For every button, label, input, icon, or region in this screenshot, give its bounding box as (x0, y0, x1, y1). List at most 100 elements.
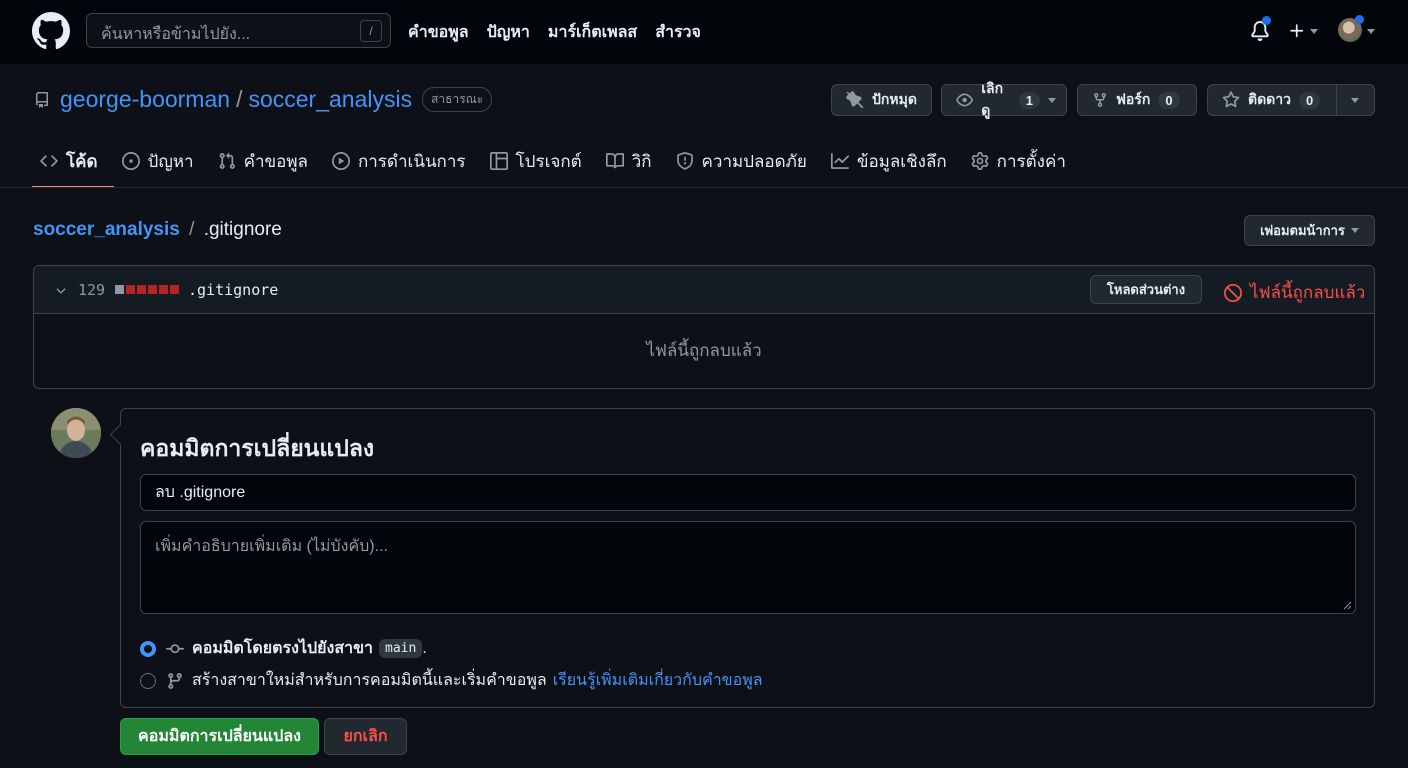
star-count: 0 (1299, 91, 1321, 109)
pin-label: ปักหมุด (872, 91, 917, 107)
deleted-file-box: 129 .gitignore โหลดส่วนต่าง ไฟล์นี้ถูกลบ… (33, 265, 1375, 389)
repo-name-link[interactable]: soccer_analysis (248, 86, 412, 113)
shield-icon (676, 152, 693, 170)
repo-owner-link[interactable]: george-boorman (60, 86, 230, 113)
file-deleted-badge: ไฟล์นี้ถูกลบแล้ว (1224, 279, 1365, 306)
chevron-down-icon[interactable] (1367, 29, 1375, 34)
commit-changes-button[interactable]: คอมมิตการเปลี่ยนแปลง (120, 718, 319, 755)
top-header: ค้นหาหรือข้ามไปยัง... / คำขอพูล ปัญหา มา… (0, 0, 1408, 64)
chevron-down-icon[interactable] (1048, 97, 1056, 103)
chevron-down-icon[interactable] (1351, 98, 1359, 103)
deleted-badge-label: ไฟล์นี้ถูกลบแล้ว (1250, 283, 1366, 302)
tab-label: คำขอพูล (243, 151, 308, 171)
tab-wiki[interactable]: วิกิ (598, 140, 668, 182)
cancel-button[interactable]: ยกเลิก (324, 718, 407, 755)
github-logo-icon[interactable] (32, 12, 70, 50)
star-button[interactable]: ติดดาว 0 (1207, 84, 1375, 116)
commit-description-textarea[interactable]: เพิ่มคำอธิบายเพิ่มเติม (ไม่บังคับ)... (140, 521, 1356, 614)
tab-label: ความปลอดภัย (701, 151, 807, 171)
tab-label: การดำเนินการ (357, 151, 466, 171)
notification-indicator (1262, 16, 1271, 25)
nav-issues[interactable]: ปัญหา (487, 20, 530, 45)
chevron-down-icon (1350, 228, 1359, 233)
visibility-badge: สาธารณะ (422, 87, 493, 112)
commit-new-branch-radio[interactable] (140, 672, 156, 689)
commit-direct-label: คอมมิตโดยตรงไปยังสาขา (192, 640, 374, 657)
file-header: 129 .gitignore โหลดส่วนต่าง ไฟล์นี้ถูกลบ… (34, 266, 1374, 314)
tab-issues[interactable]: ปัญหา (114, 140, 210, 182)
graph-icon (830, 153, 849, 169)
load-diff-button[interactable]: โหลดส่วนต่าง (1090, 275, 1202, 304)
book-icon (605, 153, 624, 169)
commit-direct-radio[interactable] (140, 640, 156, 657)
tab-label: ข้อมูลเชิงลึก (856, 151, 947, 171)
plus-icon[interactable] (1288, 22, 1306, 40)
nav-marketplace[interactable]: มาร์เก็ตเพลส (548, 20, 637, 45)
watch-button[interactable]: เลิกดู 1 (941, 80, 1067, 118)
tab-actions[interactable]: การดำเนินการ (324, 140, 482, 182)
nav-pull-requests[interactable]: คำขอพูล (408, 20, 469, 45)
nav-explore[interactable]: สำรวจ (655, 20, 701, 45)
tab-label: โค้ด (66, 151, 98, 171)
options-dropdown-button[interactable]: เพ่อมตมน้าการ (1244, 215, 1375, 246)
button-divider (1336, 85, 1337, 115)
top-nav: คำขอพูล ปัญหา มาร์เก็ตเพลส สำรวจ (408, 20, 701, 45)
tabs-divider (0, 187, 1408, 188)
commit-new-branch-option[interactable]: สร้างสาขาใหม่สำหรับการคอมมิตนี้และเริ่มค… (140, 668, 763, 693)
breadcrumb-file: .gitignore (203, 219, 282, 240)
repo-icon (36, 92, 48, 108)
pull-request-icon (219, 152, 235, 169)
watch-label: เลิกดู (981, 80, 1004, 118)
tab-label: การตั้งค่า (996, 151, 1066, 171)
branch-icon (168, 672, 182, 689)
resize-handle-icon[interactable] (1342, 600, 1352, 610)
commit-message-input[interactable]: ลบ .gitignore (140, 474, 1356, 511)
fork-icon (1094, 93, 1106, 108)
breadcrumb-repo-link[interactable]: soccer_analysis (33, 219, 180, 240)
eye-icon (956, 93, 974, 107)
description-placeholder: เพิ่มคำอธิบายเพิ่มเติม (ไม่บังคับ)... (155, 538, 388, 555)
avatar-status-indicator (1355, 15, 1364, 24)
pin-button[interactable]: ปักหมุด (831, 84, 932, 116)
watch-count: 1 (1018, 91, 1040, 109)
commit-form: คอมมิตการเปลี่ยนแปลง ลบ .gitignore เพิ่ม… (120, 408, 1375, 708)
commit-heading: คอมมิตการเปลี่ยนแปลง (140, 435, 375, 461)
commit-direct-suffix: . (422, 639, 427, 657)
no-entry-icon (1224, 283, 1242, 302)
commit-new-branch-label: สร้างสาขาใหม่สำหรับการคอมมิตนี้และเริ่มค… (192, 672, 547, 689)
search-shortcut-key: / (360, 20, 382, 42)
play-icon (331, 152, 350, 170)
fork-count: 0 (1158, 91, 1180, 109)
fork-button[interactable]: ฟอร์ก 0 (1077, 84, 1197, 116)
star-label: ติดดาว (1248, 91, 1291, 107)
breadcrumb-separator: / (189, 219, 195, 240)
fork-label: ฟอร์ก (1116, 91, 1151, 107)
options-label: เพ่อมตมน้าการ (1260, 223, 1345, 238)
tab-code[interactable]: โค้ด (32, 140, 114, 188)
search-placeholder: ค้นหาหรือข้ามไปยัง... (101, 26, 251, 43)
tab-projects[interactable]: โปรเจกต์ (482, 140, 598, 182)
repo-title: george-boorman / soccer_analysis สาธารณะ (60, 86, 493, 113)
search-input[interactable]: ค้นหาหรือข้ามไปยัง... / (86, 13, 391, 48)
tab-label: วิกิ (631, 151, 652, 171)
chevron-down-icon[interactable] (1310, 29, 1318, 34)
gear-icon (971, 152, 989, 170)
tab-pull-requests[interactable]: คำขอพูล (210, 140, 324, 182)
commit-icon (166, 643, 184, 653)
repo-tabs: โค้ด ปัญหา คำขอพูล การดำเนินการ โปรเจกต์… (32, 140, 1082, 188)
star-icon (1222, 91, 1240, 108)
table-icon (489, 152, 508, 170)
chevron-down-icon[interactable] (54, 284, 68, 298)
pin-icon (846, 91, 864, 109)
repo-title-separator: / (236, 86, 243, 112)
branch-name: main (379, 639, 423, 658)
tab-insights[interactable]: ข้อมูลเชิงลึก (823, 140, 963, 182)
file-deleted-message: ไฟล์นี้ถูกลบแล้ว (646, 341, 762, 360)
learn-more-link[interactable]: เรียนรู้เพิ่มเติมเกี่ยวกับคำขอพูล (553, 668, 763, 693)
avatar-image (51, 408, 101, 458)
issue-icon (121, 152, 140, 170)
tab-label: ปัญหา (147, 151, 194, 171)
tab-settings[interactable]: การตั้งค่า (963, 140, 1082, 182)
commit-direct-option[interactable]: คอมมิตโดยตรงไปยังสาขา main . (140, 636, 427, 661)
tab-security[interactable]: ความปลอดภัย (668, 140, 823, 182)
